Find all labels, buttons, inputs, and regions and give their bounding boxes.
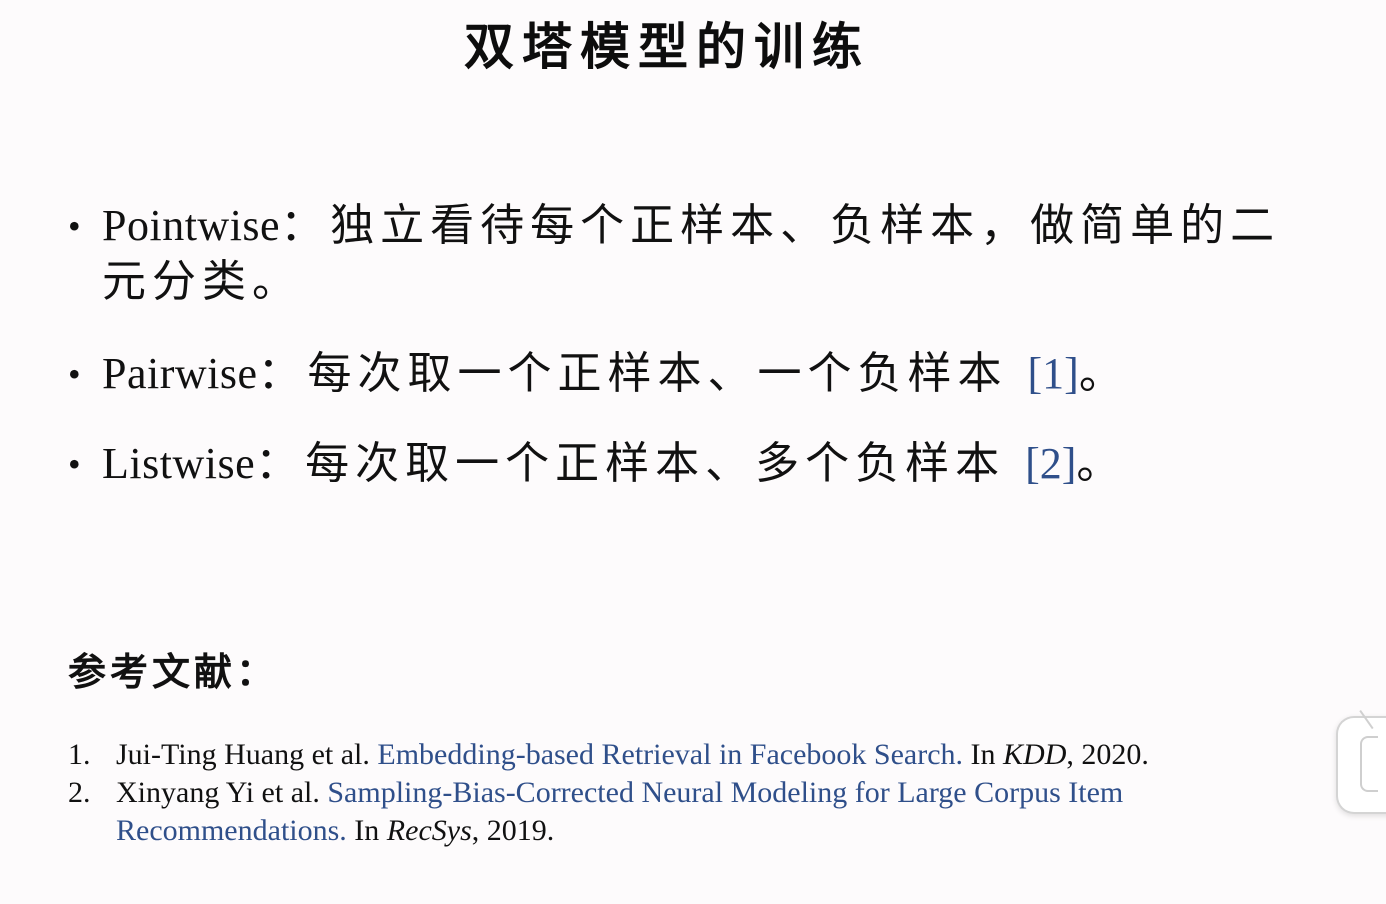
reference-title-link[interactable]: Embedding-based Retrieval in Facebook Se…	[377, 738, 963, 771]
bullet-text: ：每次取一个正样本、一个负样本	[257, 348, 1028, 399]
reference-list: 1. Jui-Ting Huang et al. Embedding-based…	[68, 736, 1298, 850]
reference-number: 2.	[68, 776, 91, 809]
bullet-term: Pointwise	[102, 201, 281, 250]
bullet-dot-icon: •	[68, 206, 81, 246]
reference-in: In	[346, 814, 387, 847]
reference-venue: RecSys	[386, 814, 472, 847]
bullet-dot-icon: •	[68, 444, 81, 484]
slide-title: 双塔模型的训练	[464, 18, 870, 76]
bullet-tail: 。	[1076, 438, 1127, 489]
citation-link[interactable]: [1]	[1028, 349, 1079, 398]
collapse-tab-icon	[1360, 736, 1378, 792]
reference-in: In	[963, 738, 1004, 771]
reference-venue: KDD	[1003, 738, 1067, 771]
pin-icon	[1359, 700, 1386, 730]
bullet-text: ：每次取一个正样本、多个负样本	[255, 438, 1026, 489]
bullet-listwise: • Listwise：每次取一个正样本、多个负样本 [2]。	[64, 436, 1294, 492]
bullet-list: • Pointwise：独立看待每个正样本、负样本，做简单的二元分类。 • Pa…	[64, 198, 1294, 528]
reference-authors: Jui-Ting Huang et al.	[116, 738, 378, 771]
bullet-pointwise: • Pointwise：独立看待每个正样本、负样本，做简单的二元分类。	[64, 198, 1294, 310]
reference-number: 1.	[68, 738, 91, 771]
floating-side-widget[interactable]	[1336, 700, 1386, 814]
references-heading: 参考文献：	[68, 650, 279, 694]
reference-item: 1. Jui-Ting Huang et al. Embedding-based…	[68, 736, 1298, 774]
bullet-term: Listwise	[102, 439, 256, 488]
reference-authors: Xinyang Yi et al.	[116, 776, 328, 809]
citation-link[interactable]: [2]	[1025, 439, 1076, 488]
reference-item: 2. Xinyang Yi et al. Sampling-Bias-Corre…	[68, 774, 1298, 850]
reference-year: , 2020.	[1066, 738, 1149, 771]
bullet-dot-icon: •	[68, 354, 81, 394]
bullet-term: Pairwise	[102, 349, 258, 398]
reference-year: , 2019.	[471, 814, 555, 847]
bullet-pairwise: • Pairwise：每次取一个正样本、一个负样本 [1]。	[64, 346, 1294, 402]
bullet-tail: 。	[1078, 348, 1129, 399]
